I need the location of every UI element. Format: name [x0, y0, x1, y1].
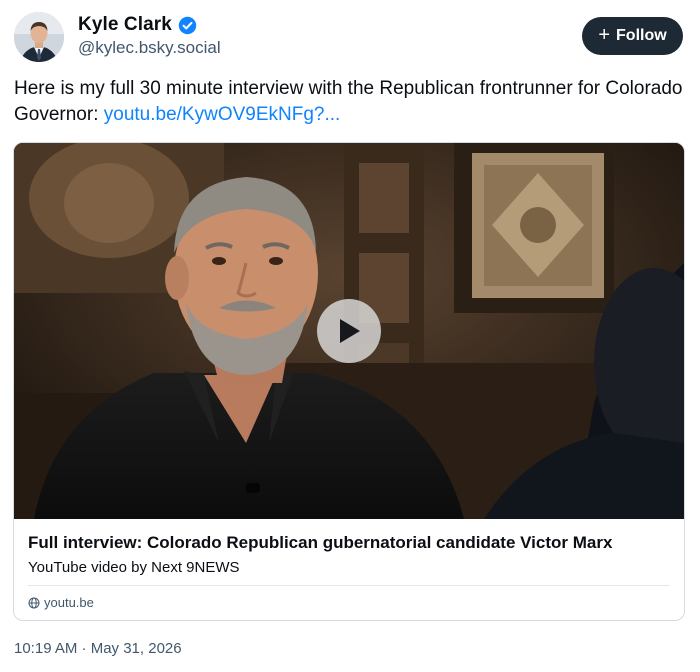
post-text: Here is my full 30 minute interview with… [14, 76, 686, 128]
post-link[interactable]: youtu.be/KywOV9EkNFg?... [104, 104, 341, 125]
video-thumbnail[interactable] [14, 143, 684, 519]
embed-domain-row: youtu.be [28, 595, 94, 610]
plus-icon: + [598, 24, 611, 46]
follow-button-label: Follow [616, 27, 667, 44]
author-handle[interactable]: @kylec.bsky.social [78, 38, 221, 58]
follow-button[interactable]: + Follow [582, 17, 683, 55]
globe-icon [28, 597, 40, 609]
verified-badge-icon [178, 16, 197, 35]
author-avatar[interactable] [14, 12, 64, 62]
embed-description: YouTube video by Next 9NEWS [28, 559, 240, 576]
avatar-photo [14, 12, 64, 62]
author-display-name[interactable]: Kyle Clark [78, 14, 172, 36]
embed-title: Full interview: Colorado Republican gube… [28, 533, 613, 552]
play-button[interactable] [317, 299, 381, 363]
link-embed-card[interactable]: Full interview: Colorado Republican gube… [13, 142, 685, 621]
embed-domain: youtu.be [44, 595, 94, 610]
author-name-row: Kyle Clark [78, 12, 197, 38]
play-icon [340, 319, 360, 343]
embed-divider [28, 585, 670, 586]
post-timestamp[interactable]: 10:19 AM · May 31, 2026 [14, 640, 182, 657]
